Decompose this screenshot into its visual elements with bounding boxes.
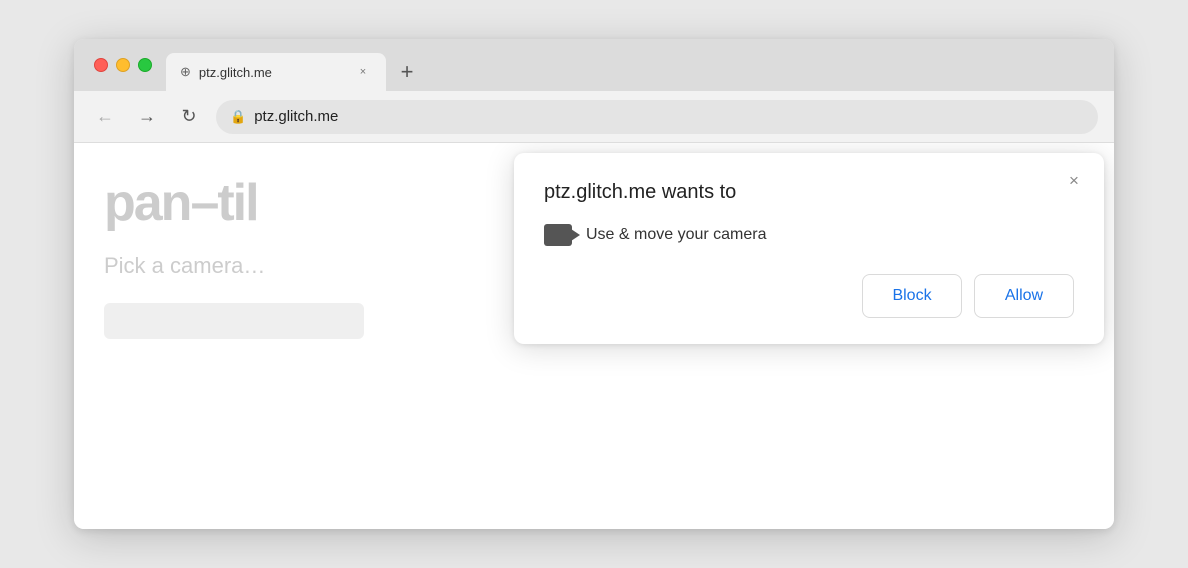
tab-title: ptz.glitch.me	[199, 65, 346, 80]
block-button[interactable]: Block	[862, 274, 962, 318]
new-tab-button[interactable]: +	[390, 55, 424, 89]
address-text: ptz.glitch.me	[254, 108, 338, 125]
permission-popup: × ptz.glitch.me wants to Use & move your…	[514, 153, 1104, 344]
permission-row: Use & move your camera	[544, 224, 1074, 246]
page-bg-input-placeholder	[104, 303, 364, 339]
close-traffic-light[interactable]	[94, 58, 108, 72]
page-bg-heading: pan–til	[104, 173, 258, 233]
page-content: pan–til Pick a camera… × ptz.glitch.me w…	[74, 143, 1114, 529]
popup-title: ptz.glitch.me wants to	[544, 181, 1074, 204]
maximize-traffic-light[interactable]	[138, 58, 152, 72]
allow-button[interactable]: Allow	[974, 274, 1074, 318]
popup-close-button[interactable]: ×	[1062, 169, 1086, 193]
tab-favicon-icon: ⊕	[180, 64, 191, 80]
permission-text: Use & move your camera	[586, 226, 767, 244]
nav-bar: ← → ↻ 🔒 ptz.glitch.me	[74, 91, 1114, 143]
popup-buttons: Block Allow	[544, 274, 1074, 318]
reload-button[interactable]: ↻	[174, 102, 204, 132]
browser-window: ⊕ ptz.glitch.me × + ← → ↻ 🔒 ptz.glitch.m…	[74, 39, 1114, 529]
traffic-lights	[94, 58, 152, 72]
page-bg-subtext: Pick a camera…	[104, 253, 265, 279]
active-tab[interactable]: ⊕ ptz.glitch.me ×	[166, 53, 386, 91]
address-bar[interactable]: 🔒 ptz.glitch.me	[216, 100, 1098, 134]
minimize-traffic-light[interactable]	[116, 58, 130, 72]
lock-icon: 🔒	[230, 109, 246, 125]
tab-bar: ⊕ ptz.glitch.me × +	[74, 39, 1114, 91]
camera-icon	[544, 224, 572, 246]
tab-close-button[interactable]: ×	[354, 63, 372, 81]
back-button[interactable]: ←	[90, 102, 120, 132]
forward-button[interactable]: →	[132, 102, 162, 132]
